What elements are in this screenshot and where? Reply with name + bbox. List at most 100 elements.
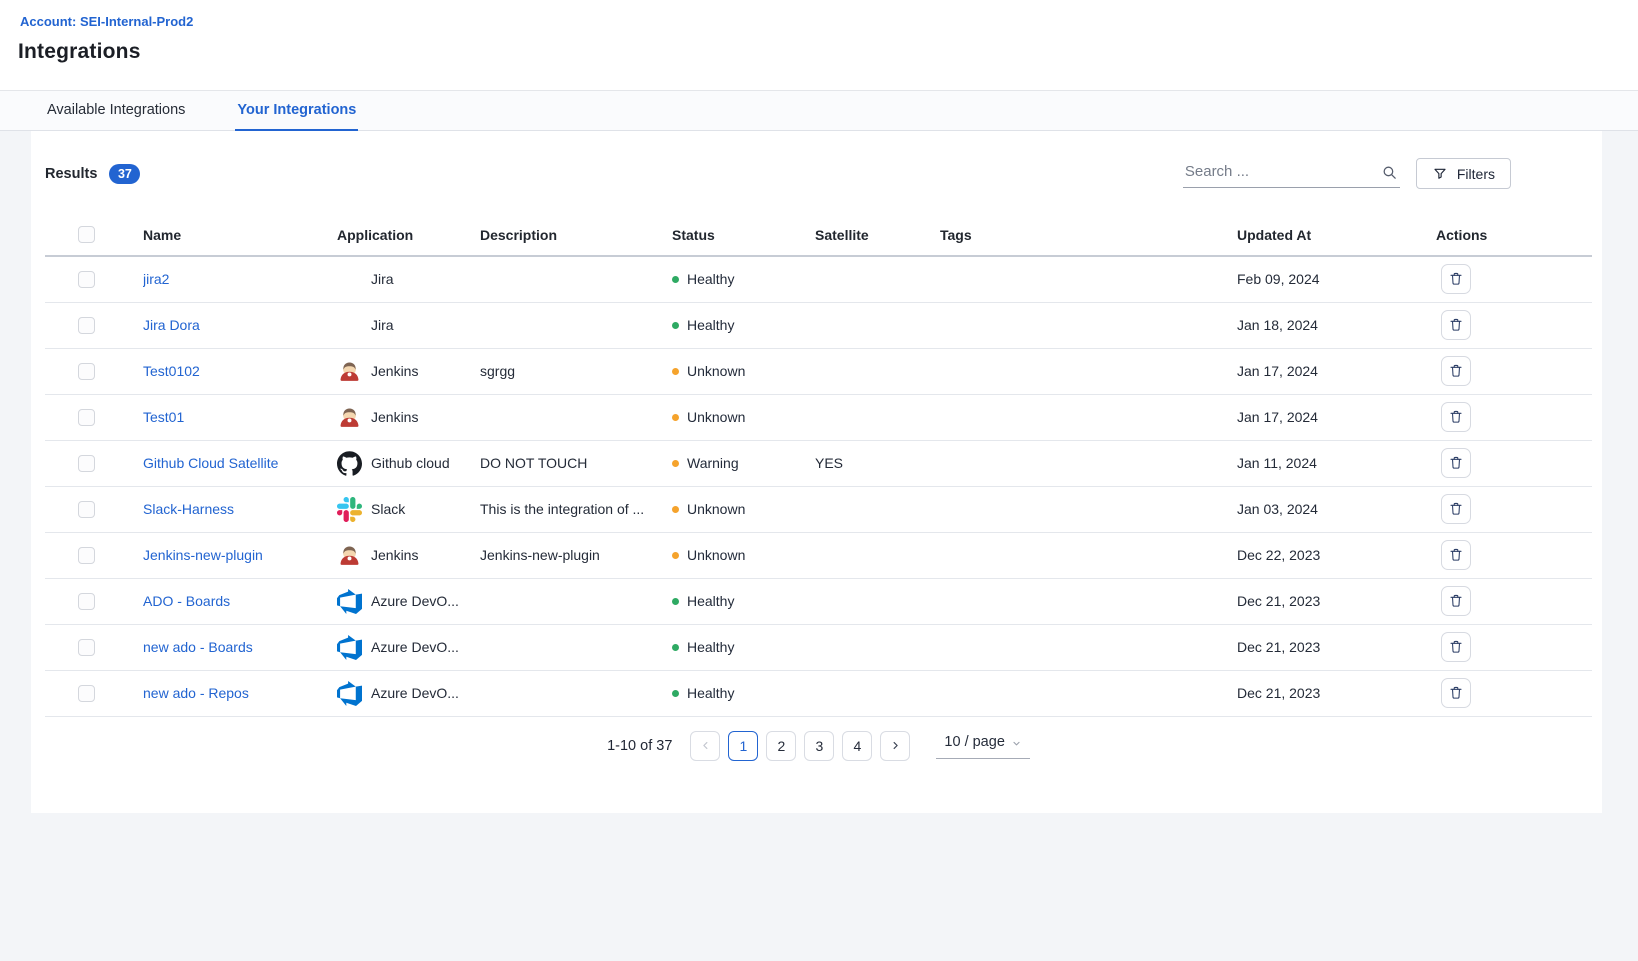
chevron-left-icon [699,739,712,752]
delete-button[interactable] [1441,448,1471,478]
page-header: Account: SEI-Internal-Prod2 Integrations [0,0,1638,91]
satellite-cell [807,256,940,302]
row-checkbox[interactable] [78,501,95,518]
application-label: Jira [371,271,394,287]
trash-icon [1448,409,1464,425]
row-checkbox[interactable] [78,271,95,288]
application-label: Azure DevO... [371,593,459,609]
updated-at-cell: Dec 21, 2023 [1237,624,1436,670]
table-row: Jenkins-new-plugin Jenkins Jenkins-new-p… [45,532,1592,578]
integration-name-link[interactable]: Github Cloud Satellite [143,455,278,471]
status-label: Unknown [687,363,745,379]
column-header-satellite: Satellite [807,214,940,256]
delete-button[interactable] [1441,402,1471,432]
status-dot [672,460,679,467]
table-row: new ado - Boards Azure DevO... Healthy D… [45,624,1592,670]
status-label: Healthy [687,317,734,333]
tags-cell [940,256,1237,302]
pagination-page-1[interactable]: 1 [728,731,758,761]
page-title: Integrations [18,40,1638,64]
pagination-next-button[interactable] [880,731,910,761]
status-label: Healthy [687,639,734,655]
status-label: Unknown [687,501,745,517]
description-cell: sgrgg [469,348,672,394]
pagination-range: 1-10 of 37 [607,738,672,754]
trash-icon [1448,455,1464,471]
pagination-prev-button[interactable] [690,731,720,761]
delete-button[interactable] [1441,494,1471,524]
trash-icon [1448,593,1464,609]
description-cell [469,578,672,624]
pagination-page-3[interactable]: 3 [804,731,834,761]
pagination-page-4[interactable]: 4 [842,731,872,761]
results-summary: Results 37 [45,164,140,184]
integration-name-link[interactable]: ADO - Boards [143,593,230,609]
delete-button[interactable] [1441,356,1471,386]
row-checkbox[interactable] [78,455,95,472]
integration-name-link[interactable]: Test01 [143,409,184,425]
integration-name-link[interactable]: new ado - Repos [143,685,249,701]
integration-name-link[interactable]: Jira Dora [143,317,200,333]
trash-icon [1448,547,1464,563]
jira-logo-icon [337,267,362,292]
updated-at-cell: Dec 22, 2023 [1237,532,1436,578]
jenkins-logo-icon [337,359,362,384]
row-checkbox[interactable] [78,593,95,610]
updated-at-cell: Dec 21, 2023 [1237,670,1436,716]
account-breadcrumb[interactable]: Account: SEI-Internal-Prod2 [20,14,193,29]
trash-icon [1448,271,1464,287]
status-dot [672,322,679,329]
updated-at-cell: Jan 17, 2024 [1237,348,1436,394]
table-header-row: Name Application Description Status Sate… [45,214,1592,256]
delete-button[interactable] [1441,310,1471,340]
updated-at-cell: Jan 03, 2024 [1237,486,1436,532]
delete-button[interactable] [1441,540,1471,570]
page-size-select[interactable]: 10 / page [936,732,1029,759]
column-header-updated-at: Updated At [1237,214,1436,256]
delete-button[interactable] [1441,632,1471,662]
delete-button[interactable] [1441,264,1471,294]
tags-cell [940,486,1237,532]
select-all-checkbox[interactable] [78,226,95,243]
row-checkbox[interactable] [78,685,95,702]
pagination-page-2[interactable]: 2 [766,731,796,761]
integration-name-link[interactable]: new ado - Boards [143,639,253,655]
status-dot [672,552,679,559]
row-checkbox[interactable] [78,317,95,334]
search-icon [1381,164,1398,181]
azure-devops-logo-icon [337,589,362,614]
integration-name-link[interactable]: Test0102 [143,363,200,379]
tab-your-integrations[interactable]: Your Integrations [235,91,358,131]
satellite-cell [807,578,940,624]
description-cell [469,256,672,302]
row-checkbox[interactable] [78,639,95,656]
column-header-description: Description [469,214,672,256]
tags-cell [940,532,1237,578]
delete-button[interactable] [1441,678,1471,708]
description-cell: Jenkins-new-plugin [469,532,672,578]
pagination: 1-10 of 37 1 2 3 4 10 / page [45,731,1592,761]
row-checkbox[interactable] [78,547,95,564]
search-input[interactable] [1183,159,1400,188]
delete-button[interactable] [1441,586,1471,616]
updated-at-cell: Feb 09, 2024 [1237,256,1436,302]
status-dot [672,414,679,421]
integration-name-link[interactable]: jira2 [143,271,169,287]
trash-icon [1448,317,1464,333]
description-cell: This is the integration of ... [469,486,672,532]
page-size-label: 10 / page [944,734,1004,750]
status-dot [672,598,679,605]
description-cell [469,394,672,440]
integration-name-link[interactable]: Slack-Harness [143,501,234,517]
tab-available-integrations[interactable]: Available Integrations [45,91,187,131]
status-dot [672,506,679,513]
table-row: Github Cloud Satellite Github cloud DO N… [45,440,1592,486]
filters-button[interactable]: Filters [1416,158,1511,189]
jenkins-logo-icon [337,543,362,568]
row-checkbox[interactable] [78,409,95,426]
column-header-application: Application [337,214,469,256]
row-checkbox[interactable] [78,363,95,380]
status-dot [672,644,679,651]
application-label: Github cloud [371,455,450,471]
integration-name-link[interactable]: Jenkins-new-plugin [143,547,263,563]
